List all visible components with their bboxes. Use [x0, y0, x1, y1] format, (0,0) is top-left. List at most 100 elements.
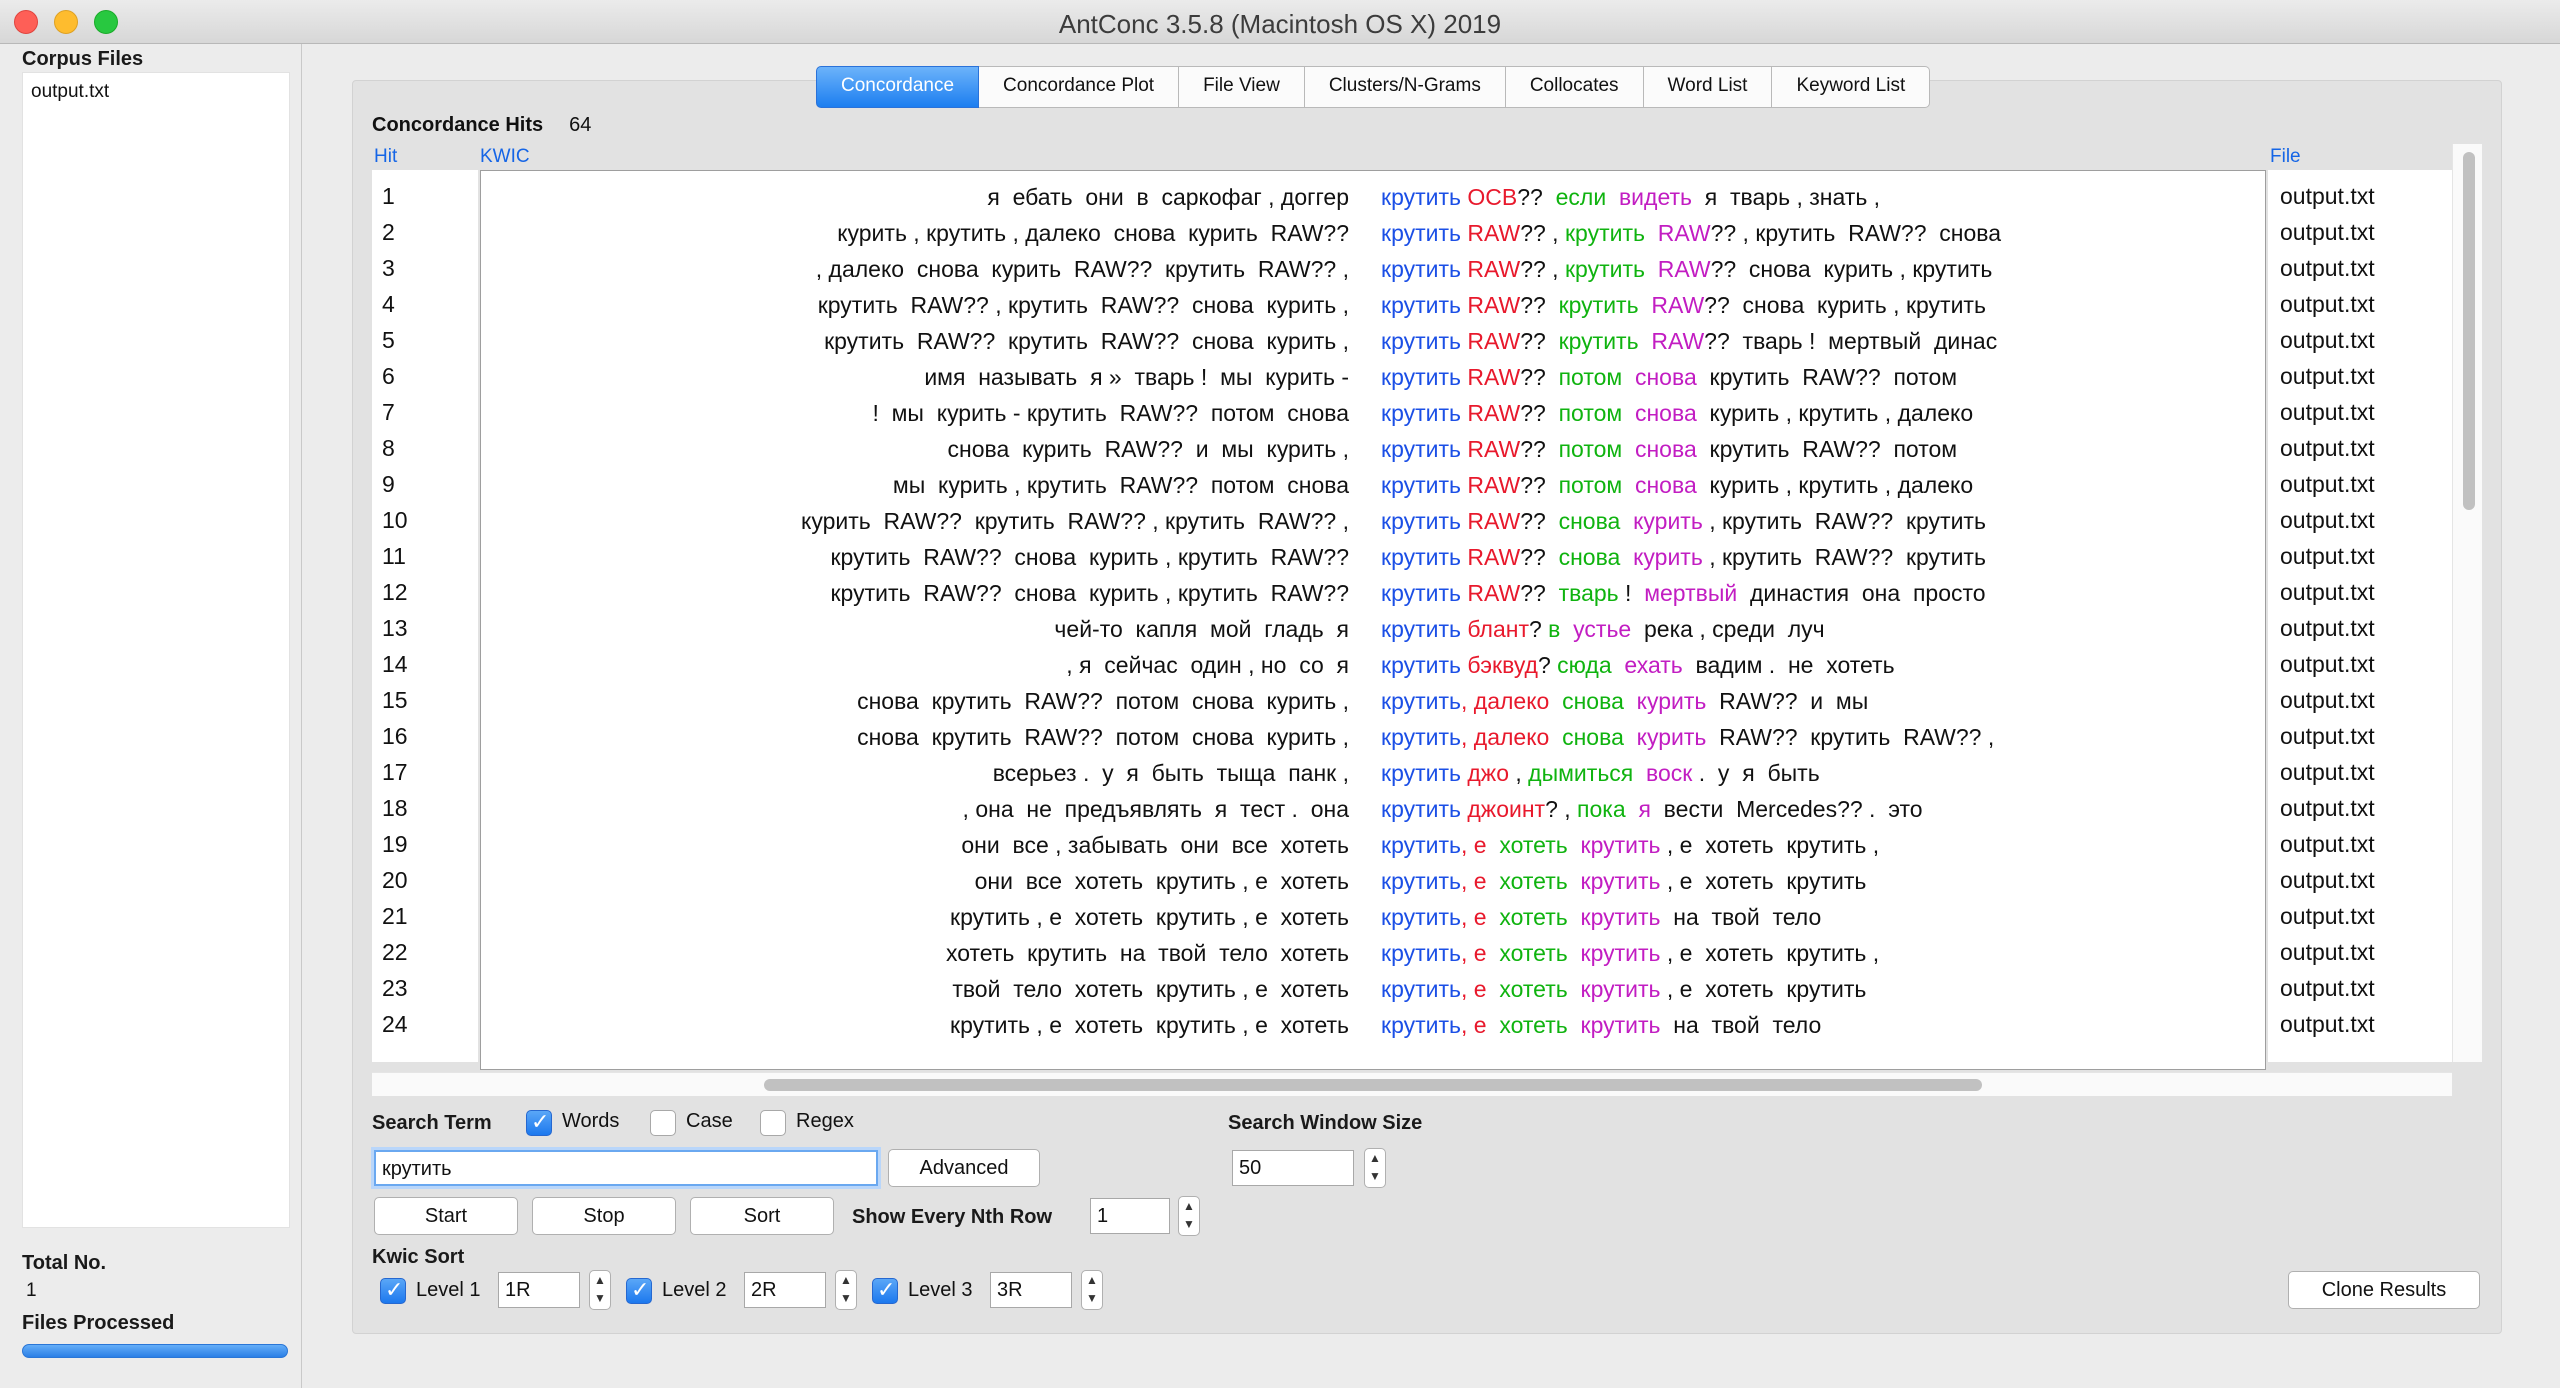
kwic-left-context[interactable]: мы курить , крутить RAW?? потом снова: [893, 467, 1349, 503]
kwic-left-context[interactable]: крутить , е хотеть крутить , е хотеть: [950, 1007, 1349, 1043]
level-1-input[interactable]: 1R: [498, 1272, 580, 1308]
file-name-cell[interactable]: output.txt: [2280, 538, 2375, 574]
kwic-left-context[interactable]: всерьез . у я быть тыща панк ,: [993, 755, 1349, 791]
kwic-left-context[interactable]: крутить RAW?? снова курить , крутить RAW…: [830, 539, 1349, 575]
kwic-keyword-line[interactable]: крутить блант? в устье река , среди луч: [1381, 611, 1825, 647]
kwic-left-context[interactable]: курить , крутить , далеко снова курить R…: [837, 215, 1349, 251]
level-3-stepper[interactable]: ▲ ▼: [1081, 1270, 1103, 1310]
kwic-left-context[interactable]: , я сейчас один , но со я: [1066, 647, 1349, 683]
search-window-size-input[interactable]: 50: [1232, 1150, 1354, 1186]
kwic-keyword-line[interactable]: крутить RAW?? потом снова крутить RAW?? …: [1381, 431, 1957, 467]
kwic-keyword[interactable]: крутить: [1381, 508, 1461, 534]
file-name-cell[interactable]: output.txt: [2280, 286, 2375, 322]
tab-concordance[interactable]: Concordance: [816, 66, 980, 108]
level-2-stepper[interactable]: ▲ ▼: [835, 1270, 857, 1310]
kwic-keyword-line[interactable]: крутить RAW?? тварь ! мертвый династия о…: [1381, 575, 1986, 611]
kwic-keyword[interactable]: крутить: [1381, 328, 1461, 354]
kwic-results-pane[interactable]: я ебать они в саркофаг , доггер крутить О…: [480, 170, 2266, 1070]
case-checkbox[interactable]: [650, 1110, 676, 1136]
kwic-keyword[interactable]: крутить: [1381, 436, 1461, 462]
file-name-cell[interactable]: output.txt: [2280, 682, 2375, 718]
kwic-left-context[interactable]: снова крутить RAW?? потом снова курить ,: [857, 683, 1349, 719]
kwic-left-context[interactable]: , она не предъявлять я тест . она: [963, 791, 1349, 827]
kwic-keyword[interactable]: крутить: [1381, 868, 1461, 894]
search-window-size-stepper[interactable]: ▲ ▼: [1364, 1148, 1386, 1188]
results-vertical-scrollbar[interactable]: [2452, 144, 2482, 1062]
tab-keyword-list[interactable]: Keyword List: [1772, 66, 1931, 108]
kwic-keyword-line[interactable]: крутить, е хотеть крутить , е хотеть кру…: [1381, 935, 1879, 971]
kwic-keyword[interactable]: крутить: [1381, 796, 1461, 822]
level-3-checkbox[interactable]: [872, 1277, 898, 1304]
advanced-button[interactable]: Advanced: [888, 1149, 1040, 1187]
kwic-keyword[interactable]: крутить: [1381, 544, 1461, 570]
file-name-cell[interactable]: output.txt: [2280, 610, 2375, 646]
kwic-keyword-line[interactable]: крутить RAW?? потом снова крутить RAW?? …: [1381, 359, 1957, 395]
kwic-keyword[interactable]: крутить: [1381, 904, 1461, 930]
kwic-keyword-line[interactable]: крутить RAW?? снова курить , крутить RAW…: [1381, 503, 1986, 539]
corpus-file-item[interactable]: output.txt: [31, 81, 109, 103]
kwic-keyword-line[interactable]: крутить RAW?? потом снова курить , крути…: [1381, 467, 1973, 503]
kwic-keyword-line[interactable]: крутить джо , дымиться воск . у я быть: [1381, 755, 1820, 791]
hit-column-header[interactable]: Hit: [374, 146, 397, 168]
tab-word-list[interactable]: Word List: [1643, 66, 1773, 108]
kwic-left-context[interactable]: ! мы курить - крутить RAW?? потом снова: [872, 395, 1349, 431]
file-name-cell[interactable]: output.txt: [2280, 646, 2375, 682]
kwic-keyword[interactable]: крутить: [1381, 472, 1461, 498]
kwic-left-context[interactable]: курить RAW?? крутить RAW?? , крутить RAW…: [801, 503, 1349, 539]
kwic-keyword-line[interactable]: крутить, е хотеть крутить на твой тело: [1381, 899, 1821, 935]
kwic-keyword-line[interactable]: крутить RAW?? крутить RAW?? тварь ! мерт…: [1381, 323, 1997, 359]
kwic-keyword-line[interactable]: крутить, е хотеть крутить , е хотеть кру…: [1381, 827, 1879, 863]
kwic-keyword-line[interactable]: крутить джоинт? , пока я вести Mercedes?…: [1381, 791, 1923, 827]
kwic-keyword[interactable]: крутить: [1381, 616, 1461, 642]
kwic-left-context[interactable]: я ебать они в саркофаг , доггер: [987, 179, 1349, 215]
kwic-left-context[interactable]: крутить RAW?? крутить RAW?? снова курить…: [824, 323, 1349, 359]
kwic-keyword[interactable]: крутить: [1381, 976, 1461, 1002]
kwic-left-context[interactable]: , далеко снова курить RAW?? крутить RAW?…: [816, 251, 1349, 287]
file-name-cell[interactable]: output.txt: [2280, 250, 2375, 286]
search-term-input[interactable]: крутить: [374, 1150, 878, 1186]
file-name-cell[interactable]: output.txt: [2280, 502, 2375, 538]
kwic-keyword-line[interactable]: крутить, е хотеть крутить на твой тело: [1381, 1007, 1821, 1043]
kwic-keyword[interactable]: крутить: [1381, 400, 1461, 426]
level-1-stepper[interactable]: ▲ ▼: [589, 1270, 611, 1310]
kwic-keyword-line[interactable]: крутить, е хотеть крутить , е хотеть кру…: [1381, 971, 1866, 1007]
kwic-left-context[interactable]: они все хотеть крутить , е хотеть: [975, 863, 1349, 899]
kwic-keyword-line[interactable]: крутить RAW?? крутить RAW?? снова курить…: [1381, 287, 1986, 323]
kwic-keyword-line[interactable]: крутить RAW?? потом снова курить , крути…: [1381, 395, 1973, 431]
start-button[interactable]: Start: [374, 1197, 518, 1235]
tab-concordance-plot[interactable]: Concordance Plot: [979, 66, 1180, 108]
kwic-keyword-line[interactable]: крутить, далеко снова курить RAW?? и мы: [1381, 683, 1868, 719]
clone-results-button[interactable]: Clone Results: [2288, 1271, 2480, 1309]
level-2-input[interactable]: 2R: [744, 1272, 826, 1308]
show-every-nth-row-input[interactable]: 1: [1090, 1198, 1170, 1234]
kwic-left-context[interactable]: крутить RAW?? снова курить , крутить RAW…: [830, 575, 1349, 611]
regex-checkbox[interactable]: [760, 1110, 786, 1136]
kwic-left-context[interactable]: снова крутить RAW?? потом снова курить ,: [857, 719, 1349, 755]
results-horizontal-scrollbar[interactable]: [372, 1072, 2452, 1096]
words-checkbox[interactable]: [526, 1109, 552, 1136]
kwic-keyword[interactable]: крутить: [1381, 580, 1461, 606]
corpus-files-list[interactable]: output.txt: [22, 72, 290, 1228]
kwic-left-context[interactable]: крутить , е хотеть крутить , е хотеть: [950, 899, 1349, 935]
kwic-keyword[interactable]: крутить: [1381, 652, 1461, 678]
file-name-cell[interactable]: output.txt: [2280, 862, 2375, 898]
kwic-left-context[interactable]: они все , забывать они все хотеть: [961, 827, 1349, 863]
kwic-left-context[interactable]: снова курить RAW?? и мы курить ,: [948, 431, 1349, 467]
kwic-keyword[interactable]: крутить: [1381, 724, 1461, 750]
file-name-cell[interactable]: output.txt: [2280, 214, 2375, 250]
kwic-keyword-line[interactable]: крутить, е хотеть крутить , е хотеть кру…: [1381, 863, 1866, 899]
kwic-keyword-line[interactable]: крутить, далеко снова курить RAW?? крути…: [1381, 719, 1994, 755]
kwic-keyword[interactable]: крутить: [1381, 364, 1461, 390]
stop-button[interactable]: Stop: [532, 1197, 676, 1235]
level-3-input[interactable]: 3R: [990, 1272, 1072, 1308]
kwic-keyword-line[interactable]: крутить RAW?? , крутить RAW?? снова кури…: [1381, 251, 1992, 287]
tab-clusters-ngrams[interactable]: Clusters/N-Grams: [1304, 66, 1506, 108]
tab-file-view[interactable]: File View: [1179, 66, 1305, 108]
file-name-cell[interactable]: output.txt: [2280, 934, 2375, 970]
file-name-cell[interactable]: output.txt: [2280, 394, 2375, 430]
kwic-keyword[interactable]: крутить: [1381, 256, 1461, 282]
file-column-header[interactable]: File: [2270, 146, 2301, 168]
file-name-cell[interactable]: output.txt: [2280, 790, 2375, 826]
file-name-cell[interactable]: output.txt: [2280, 970, 2375, 1006]
vertical-scroll-thumb[interactable]: [2463, 152, 2475, 510]
